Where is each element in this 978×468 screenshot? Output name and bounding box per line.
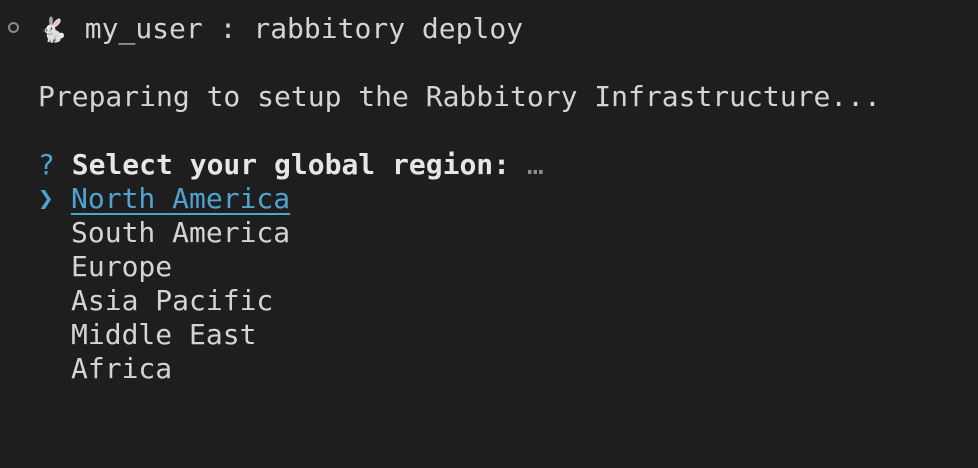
option-asia-pacific[interactable]: Asia Pacific — [71, 284, 273, 318]
prompt-separator: : — [219, 12, 237, 45]
question-marker: ? — [38, 148, 55, 181]
option-north-america[interactable]: North America — [71, 182, 290, 216]
option-middle-east[interactable]: Middle East — [71, 318, 256, 352]
region-question: ? Select your global region: … — [38, 148, 544, 182]
question-ellipsis: … — [526, 148, 544, 181]
prompt-command: rabbitory deploy — [253, 12, 524, 45]
status-circle-icon — [8, 22, 19, 33]
option-europe[interactable]: Europe — [71, 250, 172, 284]
option-africa[interactable]: Africa — [71, 352, 172, 386]
selection-pointer-icon: ❯ — [38, 184, 54, 214]
option-south-america[interactable]: South America — [71, 216, 290, 250]
option-label: South America — [71, 216, 291, 249]
command-prompt: 🐇 my_user : rabbitory deploy — [38, 12, 523, 46]
option-label: North America — [71, 182, 291, 215]
option-label: Europe — [71, 250, 173, 283]
option-label: Africa — [71, 352, 173, 385]
option-label: Middle East — [71, 318, 257, 351]
option-label: Asia Pacific — [71, 284, 274, 317]
rabbit-icon: 🐇 — [38, 16, 68, 44]
status-message: Preparing to setup the Rabbitory Infrast… — [38, 80, 881, 113]
question-text: Select your global region: — [71, 148, 511, 181]
prompt-user: my_user — [84, 12, 203, 45]
